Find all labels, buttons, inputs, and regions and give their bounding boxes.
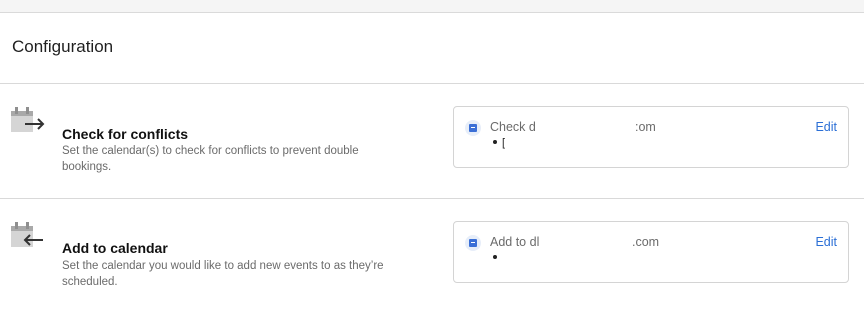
check-for-conflicts-description: Set the calendar(s) to check for conflic… <box>62 145 359 173</box>
card-label-tail: :om <box>635 120 656 134</box>
card-label-tail: .com <box>632 235 660 249</box>
bullet-icon <box>493 255 497 259</box>
card-label: Check d <box>490 120 536 134</box>
bullet-icon <box>493 140 497 144</box>
section-divider <box>0 83 864 84</box>
list-item <box>490 252 502 264</box>
add-calendar-card: Add to dl .com Edit <box>453 221 849 283</box>
card-label: Add to dl <box>490 235 540 249</box>
add-to-calendar-description: Set the calendar you would like to add n… <box>62 260 384 288</box>
google-calendar-icon <box>465 120 481 136</box>
add-to-calendar-title: Add to calendar <box>62 240 168 256</box>
check-for-conflicts-title: Check for conflicts <box>62 126 189 142</box>
calendar-arrow-left-icon <box>11 222 43 247</box>
calendar-arrow-right-icon <box>11 107 45 132</box>
page-title: Configuration <box>12 37 114 56</box>
conflicts-calendar-card: Check d :om [ Edit <box>453 106 849 168</box>
top-bar <box>0 0 864 13</box>
list-item: [ <box>490 137 505 149</box>
edit-add-calendar-button[interactable]: Edit <box>815 235 837 249</box>
google-calendar-icon <box>465 235 481 251</box>
section-divider <box>0 198 864 199</box>
edit-conflicts-button[interactable]: Edit <box>815 120 837 134</box>
list-item-text: [ <box>502 137 506 149</box>
